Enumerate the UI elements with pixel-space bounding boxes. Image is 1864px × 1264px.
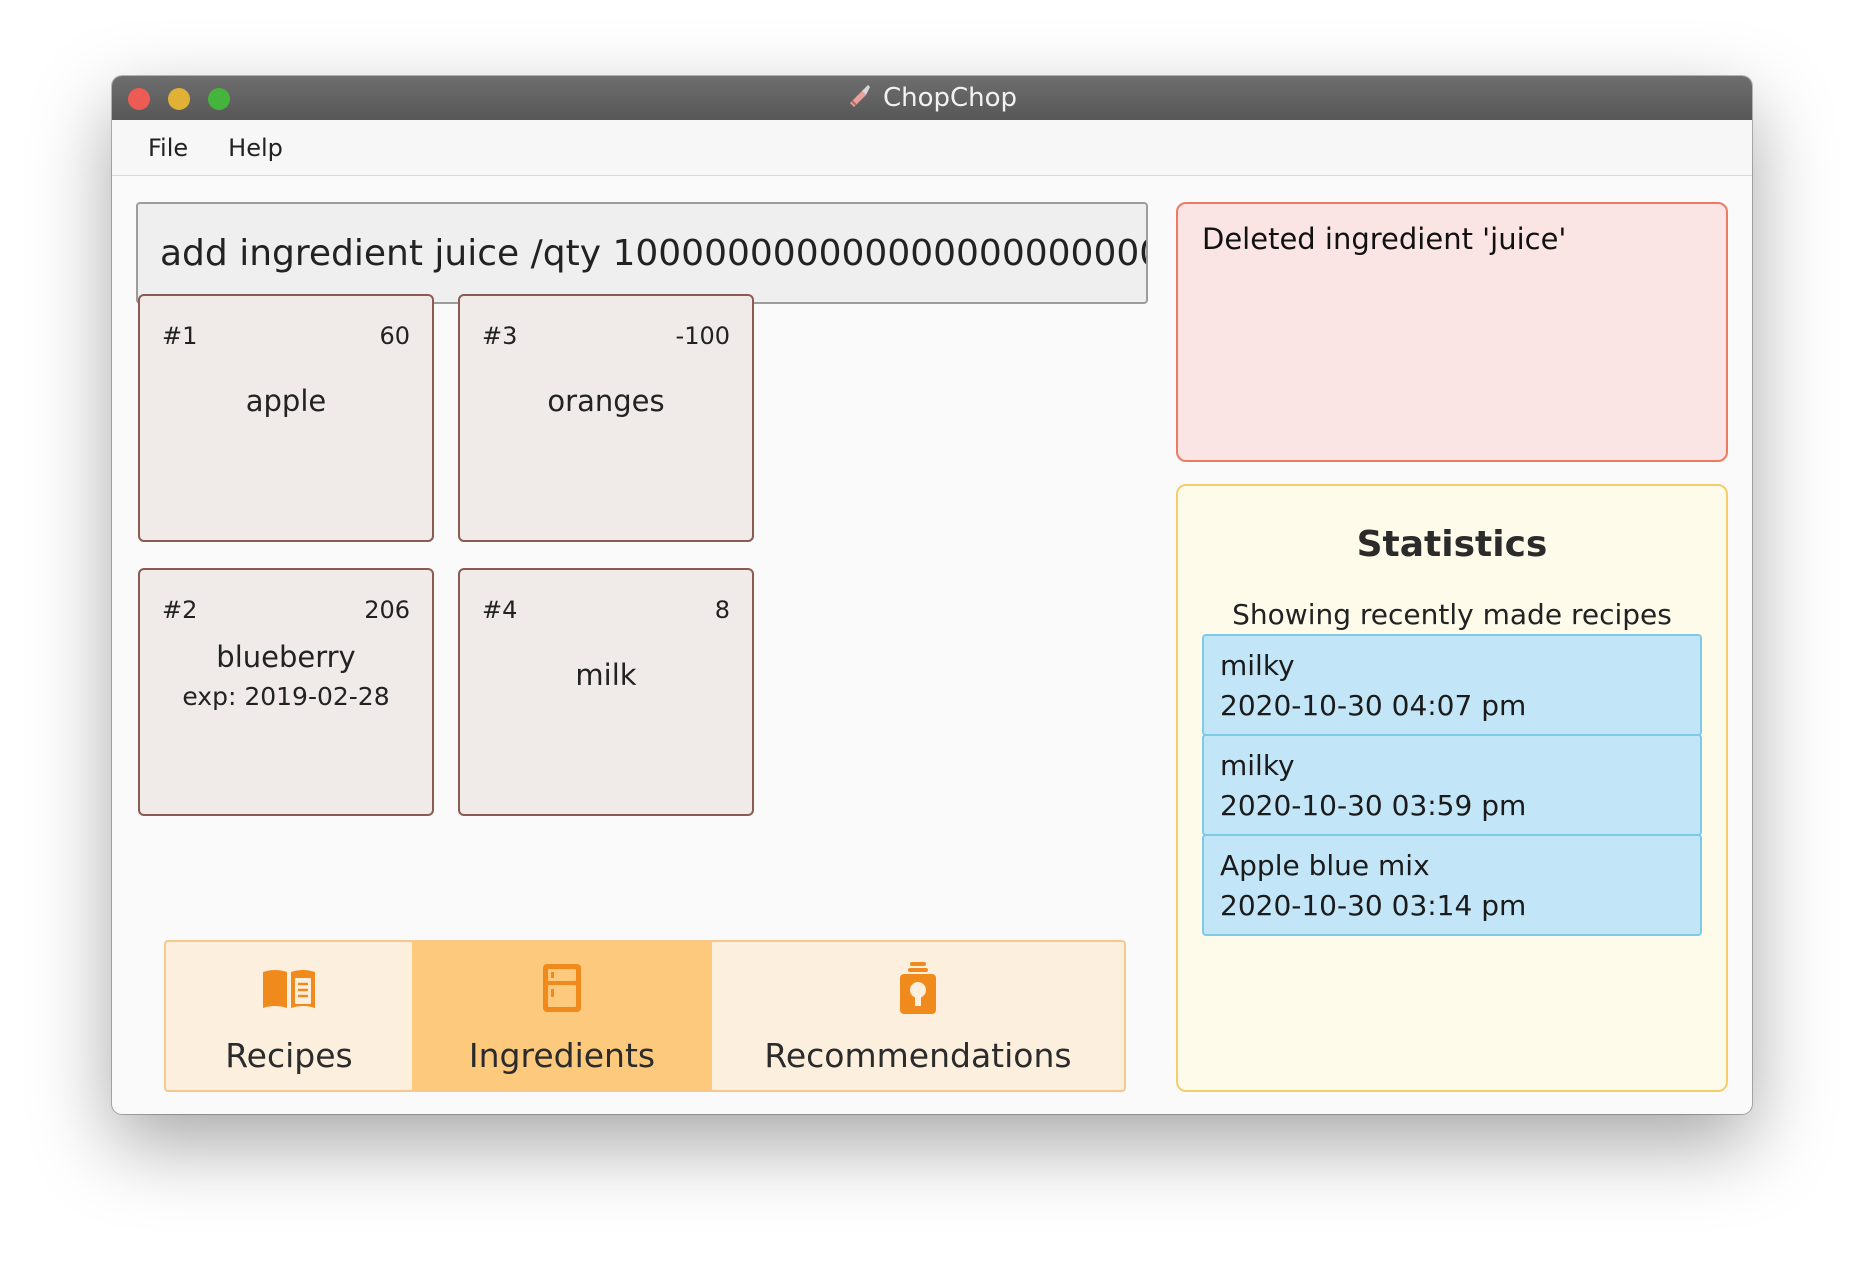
window-title-group: ChopChop [112,76,1752,120]
ingredient-index: #3 [482,322,518,350]
menu-bar: File Help [112,120,1752,176]
ingredient-card[interactable]: #1 60 apple [138,294,434,542]
tab-recipes[interactable]: Recipes [166,942,412,1090]
recent-recipe-item[interactable]: milky 2020-10-30 04:07 pm [1202,634,1702,736]
menu-help[interactable]: Help [228,130,283,166]
app-window: ChopChop File Help add ingredient juice … [112,76,1752,1114]
ingredient-quantity: 8 [714,596,730,624]
ingredient-expiry: exp: 2019-02-28 [182,682,390,711]
knife-icon [847,82,873,115]
command-input[interactable]: add ingredient juice /qty 10000000000000… [136,202,1148,304]
ingredient-quantity: -100 [675,322,730,350]
statistics-subtitle: Showing recently made recipes [1232,598,1672,631]
recent-recipe-item[interactable]: milky 2020-10-30 03:59 pm [1202,734,1702,836]
tab-ingredients-label: Ingredients [468,1035,656,1075]
result-display: Deleted ingredient 'juice' [1176,202,1728,462]
ingredient-card[interactable]: #3 -100 oranges [458,294,754,542]
ingredient-index: #4 [482,596,518,624]
tab-recipes-label: Recipes [225,1035,353,1075]
result-message: Deleted ingredient 'juice' [1202,222,1567,256]
recent-recipe-item[interactable]: Apple blue mix 2020-10-30 03:14 pm [1202,834,1702,936]
recent-recipe-time: 2020-10-30 03:14 pm [1220,889,1527,922]
ingredient-name: milk [575,658,637,692]
statistics-panel: Statistics Showing recently made recipes… [1176,484,1728,1092]
ingredient-card[interactable]: #2 206 blueberry exp: 2019-02-28 [138,568,434,816]
tab-recommendations-label: Recommendations [764,1035,1072,1075]
title-bar: ChopChop [112,76,1752,120]
recent-recipe-time: 2020-10-30 04:07 pm [1220,689,1527,722]
ingredient-name: apple [245,384,327,418]
recent-recipe-name: milky [1220,749,1295,782]
ingredient-index: #2 [162,596,198,624]
ingredient-quantity: 206 [364,596,410,624]
statistics-title: Statistics [1356,524,1548,565]
ingredient-name: blueberry [216,640,356,674]
recent-recipe-time: 2020-10-30 03:59 pm [1220,789,1527,822]
tab-recommendations[interactable]: Recommendations [712,942,1124,1090]
window-title: ChopChop [882,83,1018,113]
ingredient-card[interactable]: #4 8 milk [458,568,754,816]
lightbulb-icon [888,958,948,1036]
ingredient-index: #1 [162,322,198,350]
tab-bar: Recipes Ingredients Recommendations [164,940,1126,1092]
menu-file[interactable]: File [148,130,188,166]
recent-recipe-name: Apple blue mix [1220,849,1430,882]
ingredient-quantity: 60 [379,322,410,350]
fridge-icon [532,958,592,1036]
recipe-book-icon [259,958,319,1036]
ingredient-name: oranges [547,384,665,418]
tab-ingredients[interactable]: Ingredients [412,942,712,1090]
recent-recipe-name: milky [1220,649,1295,682]
